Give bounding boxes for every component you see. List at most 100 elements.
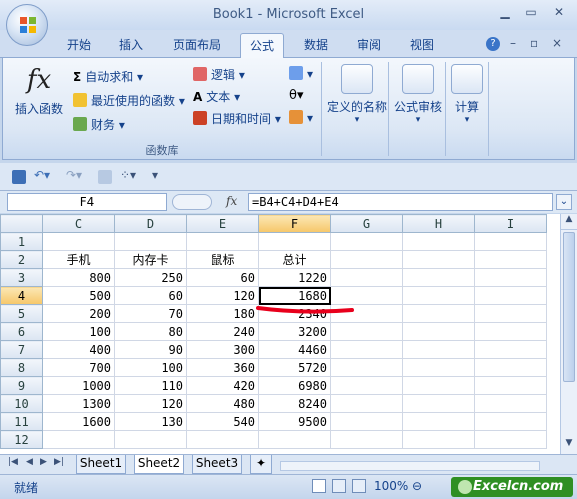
cell[interactable]: 手机: [42, 250, 115, 269]
cell[interactable]: 120: [114, 394, 187, 413]
scroll-thumb[interactable]: [563, 232, 575, 382]
cell[interactable]: [330, 412, 403, 431]
cell[interactable]: 9500: [258, 412, 331, 431]
cell[interactable]: 100: [42, 322, 115, 341]
row-header[interactable]: 6: [0, 322, 43, 341]
cell[interactable]: [330, 322, 403, 341]
cell[interactable]: [474, 322, 547, 341]
cell[interactable]: 鼠标: [186, 250, 259, 269]
autosum-button[interactable]: Σ 自动求和 ▾: [73, 68, 143, 85]
select-all-corner[interactable]: [0, 214, 43, 233]
tab-page-layout[interactable]: 页面布局: [166, 36, 228, 56]
column-header[interactable]: H: [402, 214, 475, 233]
cell[interactable]: [402, 286, 475, 305]
cell[interactable]: [258, 232, 331, 251]
cell[interactable]: 1600: [42, 412, 115, 431]
row-header[interactable]: 7: [0, 340, 43, 359]
page-break-view-icon[interactable]: [352, 479, 366, 493]
zoom-level[interactable]: 100%: [374, 479, 408, 493]
cell[interactable]: 5720: [258, 358, 331, 377]
cell[interactable]: [42, 430, 115, 449]
horizontal-scrollbar[interactable]: [280, 461, 540, 471]
cell[interactable]: [474, 394, 547, 413]
cell[interactable]: [402, 268, 475, 287]
cell[interactable]: 70: [114, 304, 187, 323]
cell[interactable]: [330, 376, 403, 395]
minimize-button[interactable]: ▁: [492, 4, 518, 22]
cell[interactable]: [474, 358, 547, 377]
sheet-nav-next-icon[interactable]: ▶: [40, 457, 47, 467]
tab-home[interactable]: 开始: [60, 36, 98, 56]
cell[interactable]: [330, 340, 403, 359]
worksheet-grid[interactable]: C D E F G H I 1 2 手机 内存卡 鼠标 总计 3 800 250 60 1220 4 5…: [0, 214, 560, 454]
cell[interactable]: [402, 304, 475, 323]
math-icon[interactable]: θ▾: [289, 88, 303, 103]
recent-functions-button[interactable]: 最近使用的函数 ▾: [73, 92, 185, 109]
cell[interactable]: [402, 340, 475, 359]
save-icon[interactable]: [12, 170, 26, 184]
column-header[interactable]: D: [114, 214, 187, 233]
insert-function-fx-icon[interactable]: fx: [226, 194, 237, 208]
sheet-tab[interactable]: Sheet1: [76, 455, 126, 474]
cell[interactable]: [42, 232, 115, 251]
sheet-tab[interactable]: Sheet3: [192, 455, 242, 474]
close-button[interactable]: ✕: [546, 4, 572, 22]
row-header[interactable]: 12: [0, 430, 43, 449]
cell[interactable]: 110: [114, 376, 187, 395]
cell[interactable]: 420: [186, 376, 259, 395]
scroll-up-icon[interactable]: ▲: [561, 214, 577, 230]
column-header[interactable]: C: [42, 214, 115, 233]
cell[interactable]: [402, 394, 475, 413]
calculation-button[interactable]: 计算 ▾: [449, 64, 485, 125]
custom-icon[interactable]: ⁘▾: [120, 168, 136, 182]
cell[interactable]: [186, 430, 259, 449]
normal-view-icon[interactable]: [312, 479, 326, 493]
cell[interactable]: [474, 376, 547, 395]
print-preview-icon[interactable]: [98, 170, 112, 184]
cell[interactable]: 60: [114, 286, 187, 305]
cell[interactable]: [330, 268, 403, 287]
sheet-nav-prev-icon[interactable]: ◀: [26, 457, 33, 467]
cell[interactable]: 总计: [258, 250, 331, 269]
cell[interactable]: [474, 340, 547, 359]
cell[interactable]: 60: [186, 268, 259, 287]
cell[interactable]: 1220: [258, 268, 331, 287]
row-header[interactable]: 11: [0, 412, 43, 431]
undo-icon[interactable]: ↶▾: [34, 168, 50, 182]
cell[interactable]: [474, 268, 547, 287]
column-header[interactable]: E: [186, 214, 259, 233]
more-functions-icon[interactable]: ▾: [289, 110, 313, 125]
sheet-tab-active[interactable]: Sheet2: [134, 455, 184, 474]
lookup-icon[interactable]: ▾: [289, 66, 313, 81]
row-header[interactable]: 2: [0, 250, 43, 269]
cell[interactable]: [402, 430, 475, 449]
row-header[interactable]: 1: [0, 232, 43, 251]
cell[interactable]: [186, 232, 259, 251]
cell[interactable]: 80: [114, 322, 187, 341]
column-header[interactable]: I: [474, 214, 547, 233]
row-header[interactable]: 3: [0, 268, 43, 287]
cell[interactable]: 90: [114, 340, 187, 359]
cell[interactable]: 480: [186, 394, 259, 413]
redo-icon[interactable]: ↷▾: [66, 168, 82, 182]
cell[interactable]: 800: [42, 268, 115, 287]
cell[interactable]: 240: [186, 322, 259, 341]
cell[interactable]: 700: [42, 358, 115, 377]
cell[interactable]: [258, 430, 331, 449]
cell[interactable]: 内存卡: [114, 250, 187, 269]
cell[interactable]: 8240: [258, 394, 331, 413]
cell[interactable]: [474, 304, 547, 323]
defined-names-button[interactable]: 定义的名称 ▾: [327, 64, 387, 125]
row-header[interactable]: 8: [0, 358, 43, 377]
zoom-out-icon[interactable]: ⊖: [412, 479, 422, 493]
formula-input[interactable]: =B4+C4+D4+E4: [248, 193, 553, 211]
row-header[interactable]: 5: [0, 304, 43, 323]
cell[interactable]: [474, 286, 547, 305]
insert-function-button[interactable]: fx 插入函数: [11, 66, 67, 117]
cell[interactable]: 400: [42, 340, 115, 359]
vertical-scrollbar[interactable]: ▲ ▼: [560, 214, 577, 454]
help-icon[interactable]: ?: [486, 37, 500, 51]
cell[interactable]: 540: [186, 412, 259, 431]
sheet-nav-first-icon[interactable]: |◀: [8, 457, 18, 467]
workbook-close-icon[interactable]: ×: [552, 36, 562, 50]
